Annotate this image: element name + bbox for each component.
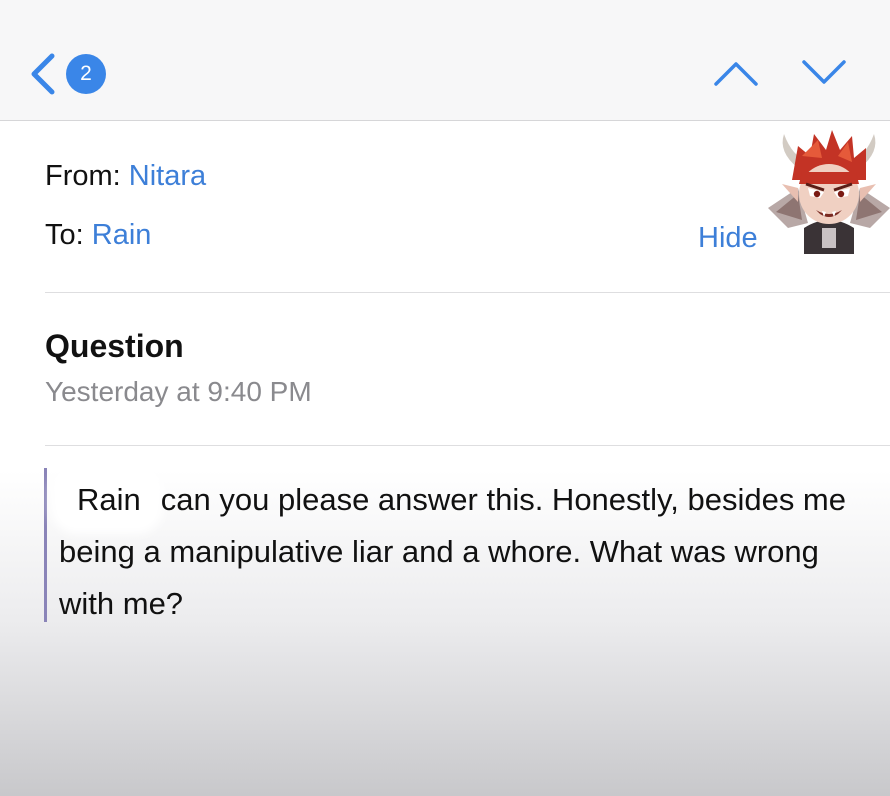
message-body: Rain can you please answer this. Honestly… [59,474,859,630]
message-date: Yesterday at 9:40 PM [45,376,312,407]
back-chevron-icon[interactable] [26,52,58,96]
header-divider [45,292,890,293]
hide-details-link[interactable]: Hide [698,222,758,255]
recipient-name-link[interactable]: Rain [92,219,152,251]
next-message-chevron-down-icon[interactable] [800,58,848,88]
message-body-text: can you please answer this. Honestly, be… [59,482,846,621]
message-subject: Question [45,328,184,364]
from-row: From: Nitara [45,160,206,193]
sender-avatar [768,130,890,254]
unread-count-badge[interactable]: 2 [66,54,106,94]
subject-divider [45,445,890,446]
previous-message-chevron-up-icon[interactable] [712,58,760,88]
sender-name-link[interactable]: Nitara [129,160,206,192]
to-label: To: [45,219,84,251]
quote-bar [44,468,47,622]
to-row: To: Rain [45,219,151,252]
from-label: From: [45,160,121,192]
navigation-bar: 2 [0,0,890,121]
body-recipient-name: Rain [59,474,155,526]
